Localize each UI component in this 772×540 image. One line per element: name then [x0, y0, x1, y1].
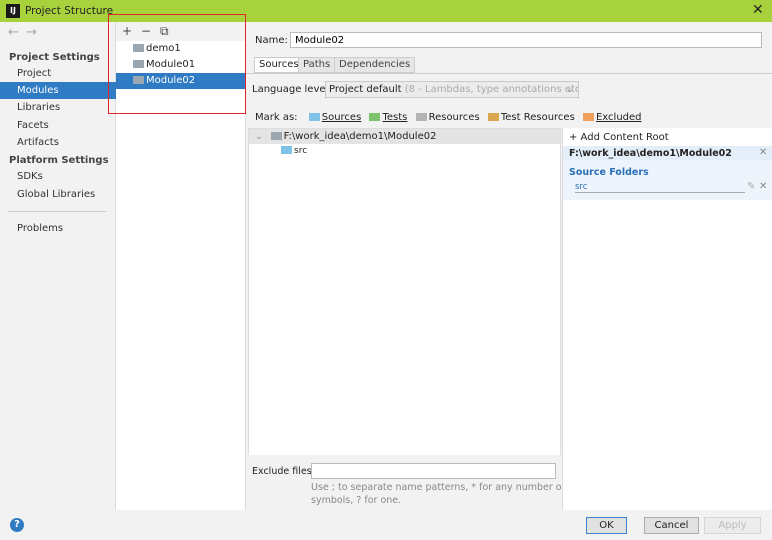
sources-folder-icon — [308, 113, 320, 121]
tab-paths[interactable]: Paths — [298, 57, 336, 73]
source-folder-icon — [281, 146, 292, 154]
help-icon[interactable]: ? — [10, 518, 24, 532]
back-arrow-icon[interactable]: ← — [8, 25, 19, 40]
tab-divider — [246, 73, 772, 74]
mark-tests-button[interactable]: Tests — [369, 112, 407, 123]
test-resources-folder-icon — [487, 113, 499, 121]
sidebar: ← → Project Settings Project Modules Lib… — [0, 22, 116, 510]
source-folder-src: src — [575, 182, 745, 193]
exclude-hint-2: symbols, ? for one. — [311, 495, 402, 506]
source-folders-section — [563, 160, 772, 200]
source-tree: ⌄ F:\work_idea\demo1\Module02 src — [248, 128, 561, 510]
ok-button[interactable]: OK — [586, 517, 627, 534]
apply-button[interactable]: Apply — [704, 517, 761, 534]
tree-root-row[interactable]: ⌄ F:\work_idea\demo1\Module02 — [249, 129, 560, 144]
mark-as-label: Mark as: — [255, 112, 298, 123]
sidebar-item-global-libraries[interactable]: Global Libraries — [0, 186, 116, 203]
language-level-label: Language level: — [252, 84, 332, 95]
tab-dependencies[interactable]: Dependencies — [334, 57, 416, 73]
language-level-hint: (8 - Lambdas, type annotations etc.) — [404, 84, 579, 95]
highlight-box — [108, 14, 246, 114]
remove-source-folder-icon[interactable]: ✕ — [759, 181, 767, 192]
mark-as-bar: Mark as: Sources Tests Resources Test Re… — [255, 112, 642, 123]
tab-sources[interactable]: Sources — [254, 57, 304, 73]
tree-src-row[interactable]: src — [281, 146, 307, 156]
intellij-app-icon: IJ — [6, 4, 20, 18]
module-name-input[interactable] — [290, 32, 762, 48]
tree-root-path: F:\work_idea\demo1\Module02 — [283, 131, 437, 142]
folder-icon — [270, 132, 282, 140]
edit-icon[interactable]: ✎ — [747, 181, 755, 192]
content-root-path: F:\work_idea\demo1\Module02 — [569, 148, 732, 159]
remove-content-root-icon[interactable]: ✕ — [759, 147, 767, 158]
language-level-dropdown[interactable]: Project default (8 - Lambdas, type annot… — [325, 81, 579, 98]
chevron-down-icon: ⌄ — [255, 131, 264, 142]
sidebar-item-modules[interactable]: Modules — [0, 82, 116, 99]
cancel-button[interactable]: Cancel — [644, 517, 699, 534]
sidebar-item-artifacts[interactable]: Artifacts — [0, 134, 116, 151]
exclude-files-label: Exclude files: — [252, 466, 315, 477]
exclude-files-input[interactable] — [311, 463, 556, 479]
forward-arrow-icon[interactable]: → — [26, 25, 37, 40]
language-level-value: Project default — [329, 84, 402, 95]
chevron-down-icon: ⌄ — [565, 84, 574, 95]
project-settings-heading: Project Settings — [9, 52, 100, 63]
resources-folder-icon — [415, 113, 427, 121]
excluded-folder-icon — [582, 113, 594, 121]
tests-folder-icon — [369, 113, 381, 121]
sidebar-item-problems[interactable]: Problems — [0, 220, 116, 237]
source-folders-heading: Source Folders — [569, 167, 649, 178]
close-icon[interactable]: ✕ — [752, 2, 764, 18]
sidebar-item-sdks[interactable]: SDKs — [0, 168, 116, 185]
sidebar-item-facets[interactable]: Facets — [0, 117, 116, 134]
platform-settings-heading: Platform Settings — [9, 155, 109, 166]
name-label: Name: — [255, 35, 288, 46]
mark-excluded-button[interactable]: Excluded — [582, 112, 642, 123]
add-content-root-button[interactable]: + Add Content Root — [569, 132, 669, 143]
mark-test-resources-button[interactable]: Test Resources — [487, 112, 575, 123]
sidebar-item-project[interactable]: Project — [0, 65, 116, 82]
content-root-panel: + Add Content Root F:\work_idea\demo1\Mo… — [562, 128, 772, 510]
window-title: Project Structure — [25, 5, 114, 17]
sidebar-item-libraries[interactable]: Libraries — [0, 99, 116, 116]
mark-resources-button[interactable]: Resources — [415, 112, 480, 123]
exclude-hint-1: Use ; to separate name patterns, * for a… — [311, 482, 565, 493]
divider — [8, 211, 106, 212]
mark-sources-button[interactable]: Sources — [308, 112, 361, 123]
src-label: src — [294, 146, 308, 156]
